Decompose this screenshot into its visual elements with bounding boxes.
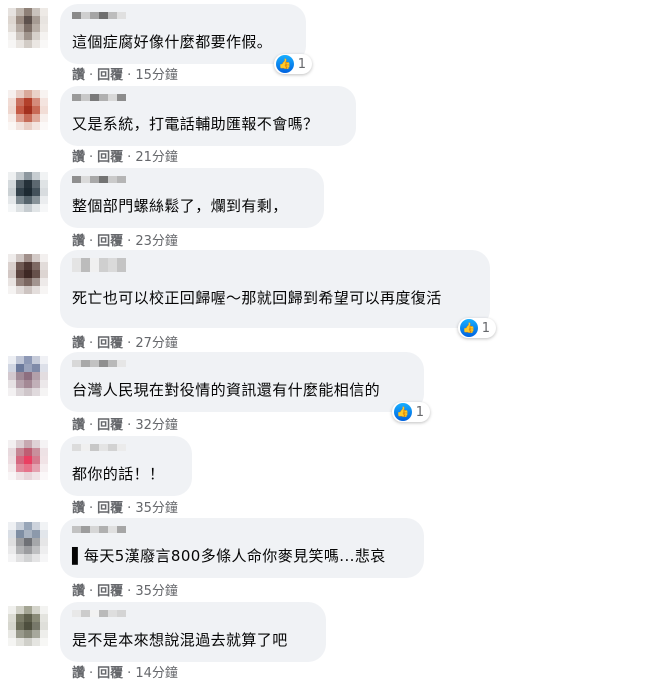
like-button[interactable]: 讚 [72, 418, 85, 433]
commenter-name-blurred[interactable] [72, 526, 412, 540]
comment-bubble: 台灣人民現在對役情的資訊還有什麼能相信的 👍 1 [60, 352, 430, 422]
thumbs-up-icon: 👍 [459, 319, 478, 337]
separator-dot: · [127, 501, 132, 516]
comment-text: ▌每天5漢廢言800多條人命你麥見笑嗎...悲哀 [72, 547, 386, 565]
reply-button[interactable]: 回覆 [97, 336, 123, 351]
comment-actions: 讚 · 回覆 · 15分鐘 [72, 64, 178, 83]
reaction-count-value: 1 [481, 320, 490, 336]
comment-actions: 讚 · 回覆 · 32分鐘 [72, 414, 178, 433]
avatar[interactable] [8, 522, 48, 562]
comment-text: 都你的話！！ [72, 465, 165, 483]
like-button[interactable]: 讚 [72, 336, 85, 351]
comment-bubble: 死亡也可以校正回歸喔～那就回歸到希望可以再度復活 👍 1 [60, 250, 496, 338]
comment-bubble: 整個部門螺絲鬆了，爛到有剩， [60, 168, 324, 228]
timestamp-link[interactable]: 35分鐘 [135, 501, 178, 516]
commenter-name-blurred[interactable] [72, 12, 294, 26]
commenter-name-blurred[interactable] [72, 360, 412, 374]
comment-actions: 讚 · 回覆 · 35分鐘 [72, 497, 178, 516]
separator-dot: · [127, 68, 132, 83]
separator-dot: · [89, 150, 94, 165]
comment-actions: 讚 · 回覆 · 14分鐘 [72, 662, 178, 681]
commenter-name-blurred[interactable] [72, 176, 312, 190]
comment-text: 又是系統，打電話輔助匯報不會嗎？ [72, 115, 319, 133]
reaction-count[interactable]: 👍 1 [273, 54, 312, 74]
like-button[interactable]: 讚 [72, 666, 85, 681]
separator-dot: · [127, 418, 132, 433]
reaction-count-value: 1 [297, 56, 306, 72]
timestamp-link[interactable]: 15分鐘 [135, 68, 178, 83]
separator-dot: · [89, 234, 94, 249]
reply-button[interactable]: 回覆 [97, 418, 123, 433]
reply-button[interactable]: 回覆 [97, 150, 123, 165]
avatar[interactable] [8, 172, 48, 212]
like-button[interactable]: 讚 [72, 150, 85, 165]
comment-text: 台灣人民現在對役情的資訊還有什麼能相信的 [72, 381, 381, 399]
timestamp-link[interactable]: 21分鐘 [135, 150, 178, 165]
avatar[interactable] [8, 440, 48, 480]
reaction-count[interactable]: 👍 1 [457, 318, 496, 338]
separator-dot: · [89, 584, 94, 599]
separator-dot: · [127, 234, 132, 249]
like-button[interactable]: 讚 [72, 234, 85, 249]
comment-text: 整個部門螺絲鬆了，爛到有剩， [72, 197, 288, 215]
reply-button[interactable]: 回覆 [97, 234, 123, 249]
commenter-name-blurred[interactable] [72, 610, 314, 624]
like-button[interactable]: 讚 [72, 501, 85, 516]
reaction-count-value: 1 [415, 404, 424, 420]
comment-bubble: 都你的話！！ [60, 436, 192, 496]
comment-text: 死亡也可以校正回歸喔～那就回歸到希望可以再度復活 [72, 289, 442, 307]
comment-bubble: 又是系統，打電話輔助匯報不會嗎？ [60, 86, 356, 146]
avatar[interactable] [8, 254, 48, 294]
separator-dot: · [89, 336, 94, 351]
separator-dot: · [89, 666, 94, 681]
like-button[interactable]: 讚 [72, 584, 85, 599]
separator-dot: · [89, 68, 94, 83]
thumbs-up-icon: 👍 [275, 55, 294, 73]
commenter-name-blurred[interactable] [72, 94, 344, 108]
avatar[interactable] [8, 8, 48, 48]
comment-bubble: ▌每天5漢廢言800多條人命你麥見笑嗎...悲哀 [60, 518, 424, 578]
comment-actions: 讚 · 回覆 · 21分鐘 [72, 146, 178, 165]
comment-actions: 讚 · 回覆 · 23分鐘 [72, 230, 178, 249]
separator-dot: · [127, 150, 132, 165]
reply-button[interactable]: 回覆 [97, 501, 123, 516]
comment-actions: 讚 · 回覆 · 27分鐘 [72, 332, 178, 351]
avatar[interactable] [8, 90, 48, 130]
separator-dot: · [127, 336, 132, 351]
reaction-count[interactable]: 👍 1 [391, 402, 430, 422]
separator-dot: · [89, 418, 94, 433]
timestamp-link[interactable]: 23分鐘 [135, 234, 178, 249]
separator-dot: · [89, 501, 94, 516]
thumbs-up-icon: 👍 [393, 403, 412, 421]
timestamp-link[interactable]: 14分鐘 [135, 666, 178, 681]
commenter-name-blurred[interactable] [72, 258, 478, 286]
comment-text: 這個症腐好像什麼都要作假。 [72, 33, 273, 51]
timestamp-link[interactable]: 32分鐘 [135, 418, 178, 433]
like-button[interactable]: 讚 [72, 68, 85, 83]
avatar[interactable] [8, 606, 48, 646]
commenter-name-blurred[interactable] [72, 444, 180, 458]
reply-button[interactable]: 回覆 [97, 68, 123, 83]
comment-actions: 讚 · 回覆 · 35分鐘 [72, 580, 178, 599]
reply-button[interactable]: 回覆 [97, 666, 123, 681]
comment-text: 是不是本來想說混過去就算了吧 [72, 631, 288, 649]
timestamp-link[interactable]: 35分鐘 [135, 584, 178, 599]
separator-dot: · [127, 666, 132, 681]
comment-bubble: 這個症腐好像什麼都要作假。 👍 1 [60, 4, 312, 74]
avatar[interactable] [8, 356, 48, 396]
comment-bubble: 是不是本來想說混過去就算了吧 [60, 602, 326, 662]
timestamp-link[interactable]: 27分鐘 [135, 336, 178, 351]
separator-dot: · [127, 584, 132, 599]
reply-button[interactable]: 回覆 [97, 584, 123, 599]
